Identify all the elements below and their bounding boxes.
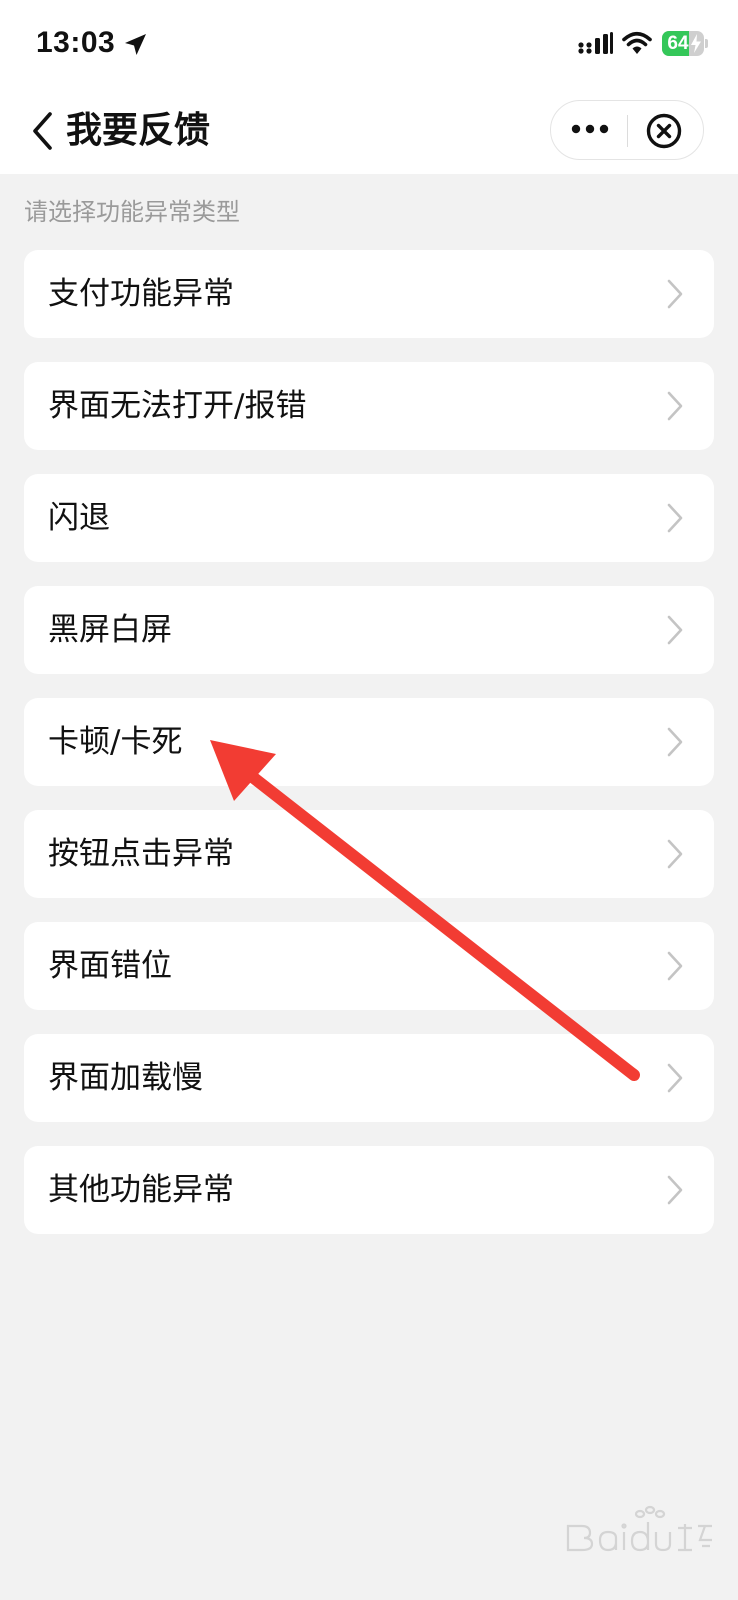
cellular-signal-icon xyxy=(578,32,613,54)
wifi-icon xyxy=(622,31,652,54)
watermark-logo xyxy=(566,1505,712,1552)
back-button[interactable] xyxy=(26,106,62,156)
item-label: 界面加载慢 xyxy=(48,1060,203,1096)
item-label: 界面错位 xyxy=(48,948,172,984)
more-dots-icon xyxy=(571,124,609,134)
list-item[interactable]: 支付功能异常 xyxy=(24,250,714,338)
battery-cap xyxy=(705,39,708,48)
page-title: 我要反馈 xyxy=(66,110,211,151)
item-label: 黑屏白屏 xyxy=(48,612,172,648)
navigation-bar: 我要反馈 xyxy=(0,88,738,174)
more-button[interactable] xyxy=(551,101,627,159)
feedback-page: 13:03 64 我要反馈 请选择功能异常类型 支付功能异常 界面无法打开/报错… xyxy=(0,0,738,1600)
list-item[interactable]: 黑屏白屏 xyxy=(24,586,714,674)
item-label: 卡顿/卡死 xyxy=(48,724,183,760)
chevron-right-icon xyxy=(667,279,683,309)
status-bar: 13:03 64 xyxy=(0,0,738,88)
item-label: 按钮点击异常 xyxy=(48,836,234,872)
list-item[interactable]: 其他功能异常 xyxy=(24,1146,714,1234)
list-item[interactable]: 闪退 xyxy=(24,474,714,562)
chevron-right-icon xyxy=(667,503,683,533)
chevron-right-icon xyxy=(667,1175,683,1205)
chevron-right-icon xyxy=(667,1063,683,1093)
list-item[interactable]: 界面加载慢 xyxy=(24,1034,714,1122)
section-hint: 请选择功能异常类型 xyxy=(24,198,240,226)
mini-program-capsule xyxy=(550,100,704,160)
chevron-right-icon xyxy=(667,727,683,757)
chevron-right-icon xyxy=(667,839,683,869)
item-label: 闪退 xyxy=(48,500,110,536)
chevron-right-icon xyxy=(667,951,683,981)
list-item[interactable]: 按钮点击异常 xyxy=(24,810,714,898)
chevron-right-icon xyxy=(667,391,683,421)
battery-indicator: 64 xyxy=(662,31,708,56)
item-label: 界面无法打开/报错 xyxy=(48,388,307,424)
battery-body: 64 xyxy=(662,31,704,56)
list-item[interactable]: 界面错位 xyxy=(24,922,714,1010)
close-circle-icon xyxy=(646,113,682,149)
close-button[interactable] xyxy=(628,101,704,159)
item-label: 其他功能异常 xyxy=(48,1172,234,1208)
list-item[interactable]: 界面无法打开/报错 xyxy=(24,362,714,450)
chevron-left-icon xyxy=(33,112,52,150)
charging-bolt-icon xyxy=(691,34,701,53)
status-time: 13:03 xyxy=(36,26,116,59)
list-item[interactable]: 卡顿/卡死 xyxy=(24,698,714,786)
item-label: 支付功能异常 xyxy=(48,276,234,312)
location-arrow-icon xyxy=(125,34,146,55)
chevron-right-icon xyxy=(667,615,683,645)
issue-type-list: 支付功能异常 界面无法打开/报错 闪退 黑屏白屏 卡顿/卡死 按钮点击异常 界面… xyxy=(24,250,714,1258)
